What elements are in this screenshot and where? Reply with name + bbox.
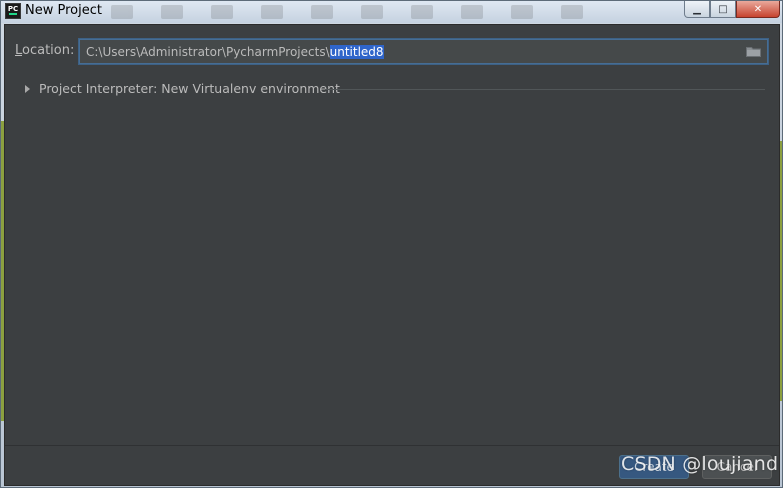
close-icon: ✕ xyxy=(753,3,763,15)
location-label-accelerator: L xyxy=(15,43,23,58)
location-input[interactable]: C:\Users\Administrator\PycharmProjects\ u… xyxy=(79,39,768,64)
csdn-watermark: CSDN @loujiand xyxy=(621,453,779,475)
new-project-dialog: Location: C:\Users\Administrator\Pycharm… xyxy=(4,24,780,486)
location-label: Location: xyxy=(15,43,74,58)
app-icon-bar xyxy=(9,13,17,15)
ghost-toolbar-icon xyxy=(561,5,583,19)
location-path-prefix: C:\Users\Administrator\PycharmProjects\ xyxy=(86,44,330,59)
minimize-button[interactable]: ▁ xyxy=(684,1,710,18)
background-toolbar-ghost xyxy=(111,1,671,23)
window-title: New Project xyxy=(25,3,102,18)
maximize-button[interactable]: □ xyxy=(710,1,736,18)
ghost-toolbar-icon xyxy=(511,5,533,19)
ghost-toolbar-icon xyxy=(311,5,333,19)
ghost-toolbar-icon xyxy=(461,5,483,19)
location-path-selected: untitled8 xyxy=(329,44,384,59)
location-label-text: ocation: xyxy=(22,43,75,58)
folder-icon[interactable] xyxy=(746,46,761,57)
project-interpreter-expander[interactable]: Project Interpreter: New Virtualenv envi… xyxy=(25,81,340,96)
ghost-toolbar-icon xyxy=(261,5,283,19)
pycharm-logo-icon: PC xyxy=(5,3,21,19)
ghost-toolbar-icon xyxy=(161,5,183,19)
section-divider xyxy=(325,89,765,90)
project-interpreter-label[interactable]: Project Interpreter: New Virtualenv envi… xyxy=(39,81,340,96)
minimize-icon: ▁ xyxy=(693,3,701,15)
triangle-right-icon[interactable] xyxy=(25,84,30,93)
footer-divider xyxy=(5,445,779,446)
app-icon-text: PC xyxy=(7,5,19,13)
app-window: PC New Project ▁ □ ✕ Location: C:\Users\… xyxy=(0,0,783,488)
window-controls: ▁ □ ✕ xyxy=(684,1,780,18)
ghost-toolbar-icon xyxy=(411,5,433,19)
ghost-toolbar-icon xyxy=(111,5,133,19)
ghost-toolbar-icon xyxy=(361,5,383,19)
ghost-toolbar-icon xyxy=(211,5,233,19)
close-button[interactable]: ✕ xyxy=(736,1,780,18)
title-bar[interactable]: PC New Project ▁ □ ✕ xyxy=(1,1,782,23)
maximize-icon: □ xyxy=(718,3,728,15)
